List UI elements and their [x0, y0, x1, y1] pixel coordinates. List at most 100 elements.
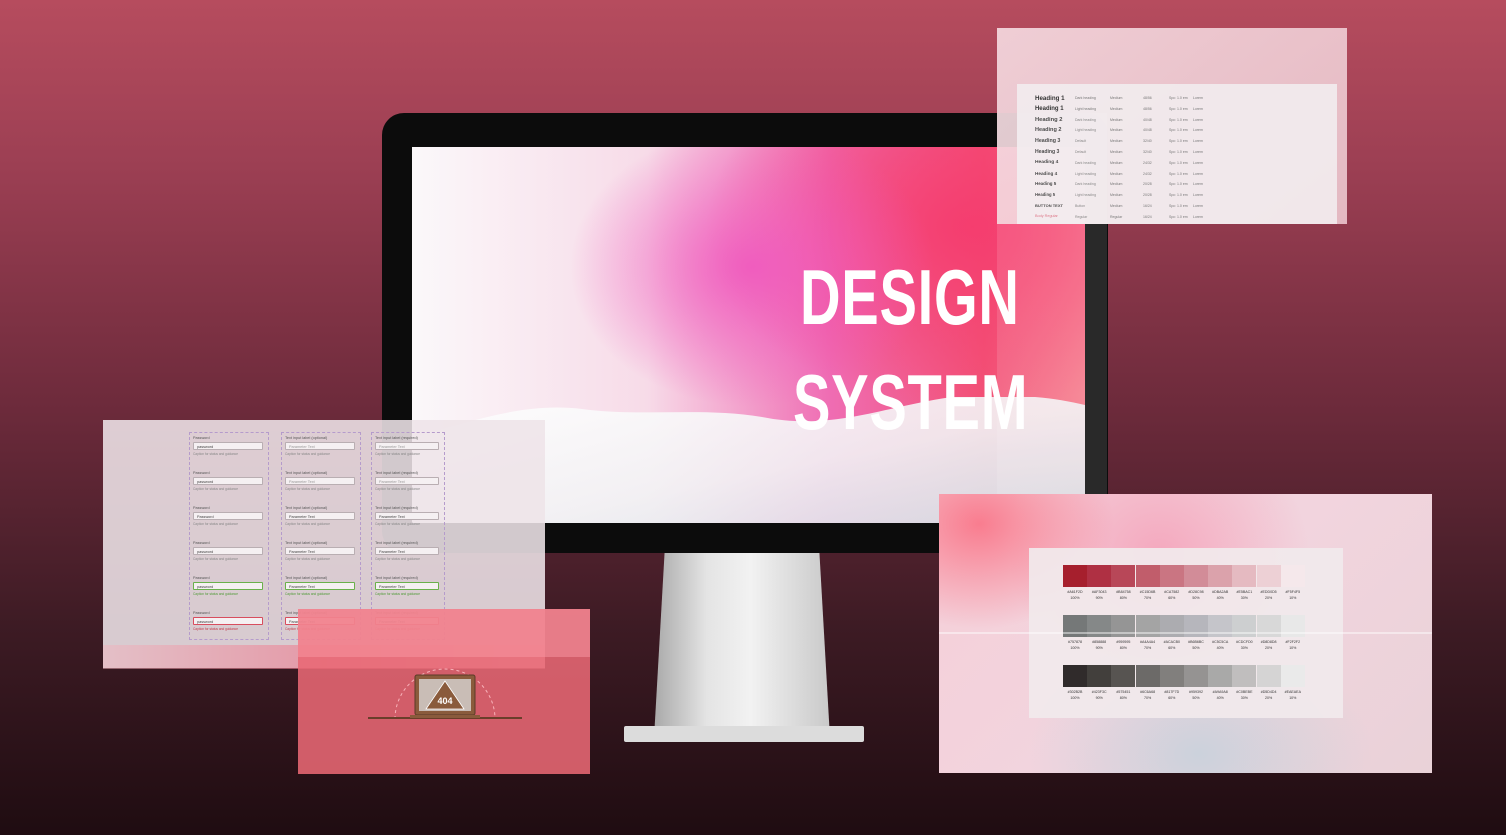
swatch-percent-label: 30% — [1240, 646, 1248, 650]
swatch-percent-label: 40% — [1216, 696, 1224, 700]
hero-title-line1: DESIGN — [800, 253, 1020, 341]
typography-weight: Medium — [1110, 117, 1123, 122]
text-input-field[interactable]: Parameter Text — [375, 512, 439, 520]
swatch-percent-label: 60% — [1168, 696, 1176, 700]
swatch-hex-label: #575451 — [1116, 690, 1131, 694]
color-swatch — [1280, 665, 1305, 687]
form-field-label: Password — [193, 611, 210, 615]
swatch-hex-label: #ACACB0 — [1163, 640, 1180, 644]
text-input-field[interactable]: Parameter Text — [285, 582, 355, 590]
swatch-hex-label: #F2F2F2 — [1285, 640, 1301, 644]
color-swatch — [1135, 665, 1160, 687]
color-swatch — [1256, 665, 1281, 687]
color-swatch — [1256, 565, 1281, 587]
typography-size: 16/24 — [1143, 204, 1152, 208]
swatch-percent-label: 70% — [1143, 596, 1152, 600]
text-input-field[interactable]: Parameter Text — [285, 512, 355, 520]
swatch-percent-label: 100% — [1070, 596, 1080, 600]
typography-use: Lorem — [1193, 150, 1203, 154]
color-swatch — [1111, 565, 1136, 587]
swatch-hex-label: #959595 — [1116, 640, 1131, 644]
password-field[interactable]: password — [193, 477, 263, 485]
form-field-label: Text input label (optional) — [285, 506, 328, 510]
color-swatch — [1232, 565, 1257, 587]
swatch-hex-label: #AF3043 — [1091, 590, 1107, 594]
swatch-hex-label: #C0BEBE — [1236, 690, 1253, 694]
typography-use: Lorem — [1193, 204, 1203, 208]
swatch-hex-label: #423F3C — [1091, 690, 1107, 694]
swatch-hex-label: #858888 — [1092, 640, 1107, 644]
error-message: Caption for status and guidance — [193, 627, 239, 631]
form-field-label: Text input label (optional) — [285, 471, 328, 475]
typography-use: Lorem — [1193, 193, 1203, 198]
swatch-hex-label: #A9A9A8 — [1212, 690, 1228, 694]
error-panel-stripe — [298, 609, 590, 657]
typography-weight: Medium — [1110, 128, 1123, 133]
glass-overlay — [997, 113, 1107, 526]
swatch-hex-label: #302B2B — [1067, 690, 1083, 694]
text-input-field[interactable]: Parameter Text — [375, 582, 439, 590]
swatch-percent-label: 100% — [1070, 696, 1080, 700]
typography-line: Spc: 1.0 em — [1169, 117, 1188, 122]
color-swatch — [1280, 565, 1305, 587]
typography-use: Lorem — [1193, 128, 1203, 133]
swatch-percent-label: 40% — [1216, 596, 1224, 600]
typography-use: Lorem — [1193, 160, 1203, 165]
swatch-percent-label: 80% — [1119, 596, 1127, 600]
form-field-label: Text input label (required) — [375, 471, 418, 475]
glass-edge — [939, 632, 1432, 634]
password-field[interactable]: Password — [193, 512, 263, 520]
typography-style-name: Heading 1 — [1035, 95, 1065, 102]
typography-line: Spc: 1.0 em — [1169, 150, 1188, 154]
typography-line: Spc: 1.0 em — [1169, 160, 1188, 165]
color-swatch — [1184, 665, 1208, 687]
color-swatch — [1135, 565, 1160, 587]
hero-title-line2: SYSTEM — [793, 358, 1029, 446]
typography-size: 48/56 — [1143, 106, 1152, 111]
helper-text: Caption for status and guidance — [375, 452, 421, 456]
password-field[interactable]: password — [193, 442, 263, 450]
swatch-percent-label: 30% — [1240, 596, 1248, 600]
typography-size: 20/28 — [1143, 182, 1152, 187]
password-field[interactable]: password — [193, 547, 263, 555]
swatch-percent-label: 50% — [1192, 646, 1200, 650]
swatch-hex-label: #E5BAC1 — [1236, 590, 1253, 594]
swatch-percent-label: 60% — [1168, 596, 1176, 600]
swatch-percent-label: 20% — [1264, 696, 1273, 700]
swatch-percent-label: 10% — [1289, 596, 1297, 600]
text-input-field[interactable]: Parameter Text — [375, 442, 439, 450]
helper-text: Caption for status and guidance — [193, 452, 239, 456]
text-input-field[interactable]: Parameter Text — [375, 547, 439, 555]
helper-text: Caption for status and guidance — [193, 522, 239, 526]
color-swatch — [1087, 565, 1112, 587]
typography-use: Lorem — [1193, 106, 1203, 111]
password-field[interactable]: password — [193, 582, 263, 590]
swatch-hex-label: #757878 — [1068, 640, 1082, 644]
text-input-field[interactable]: Parameter Text — [285, 547, 355, 555]
swatch-hex-label: #817F7D — [1164, 690, 1180, 694]
color-swatch — [1087, 665, 1112, 687]
form-field-label: Text input label (required) — [375, 541, 418, 545]
swatch-hex-label: #A4A4A4 — [1140, 640, 1156, 644]
swatch-percent-label: 90% — [1095, 646, 1103, 650]
success-message: Caption for status and guidance — [375, 592, 421, 596]
helper-text: Caption for status and guidance — [375, 522, 421, 526]
text-input-field[interactable]: Parameter Text — [285, 477, 355, 485]
color-swatch — [1111, 665, 1136, 687]
swatch-hex-label: #D5D4D4 — [1260, 690, 1277, 694]
typography-line: Spc: 1.0 em — [1169, 171, 1188, 176]
typography-line: Spc: 1.0 em — [1169, 128, 1188, 133]
typography-line: Spc: 1.0 em — [1169, 139, 1188, 144]
typography-line: Spc: 1.0 em — [1169, 106, 1188, 111]
helper-text: Caption for status and guidance — [193, 487, 239, 491]
text-input-field[interactable]: Parameter Text — [285, 442, 355, 450]
swatch-percent-label: 20% — [1264, 596, 1273, 600]
typography-style-name: Heading 1 — [1035, 105, 1064, 112]
password-field[interactable]: password — [193, 617, 263, 625]
swatch-hex-label: #C5C5CA — [1212, 640, 1229, 644]
text-input-field[interactable]: Parameter Text — [375, 477, 439, 485]
helper-text: Caption for status and guidance — [285, 522, 331, 526]
typography-use: Lorem — [1193, 171, 1203, 176]
typography-line: Spc: 1.0 em — [1169, 193, 1188, 198]
color-swatch — [1232, 665, 1257, 687]
